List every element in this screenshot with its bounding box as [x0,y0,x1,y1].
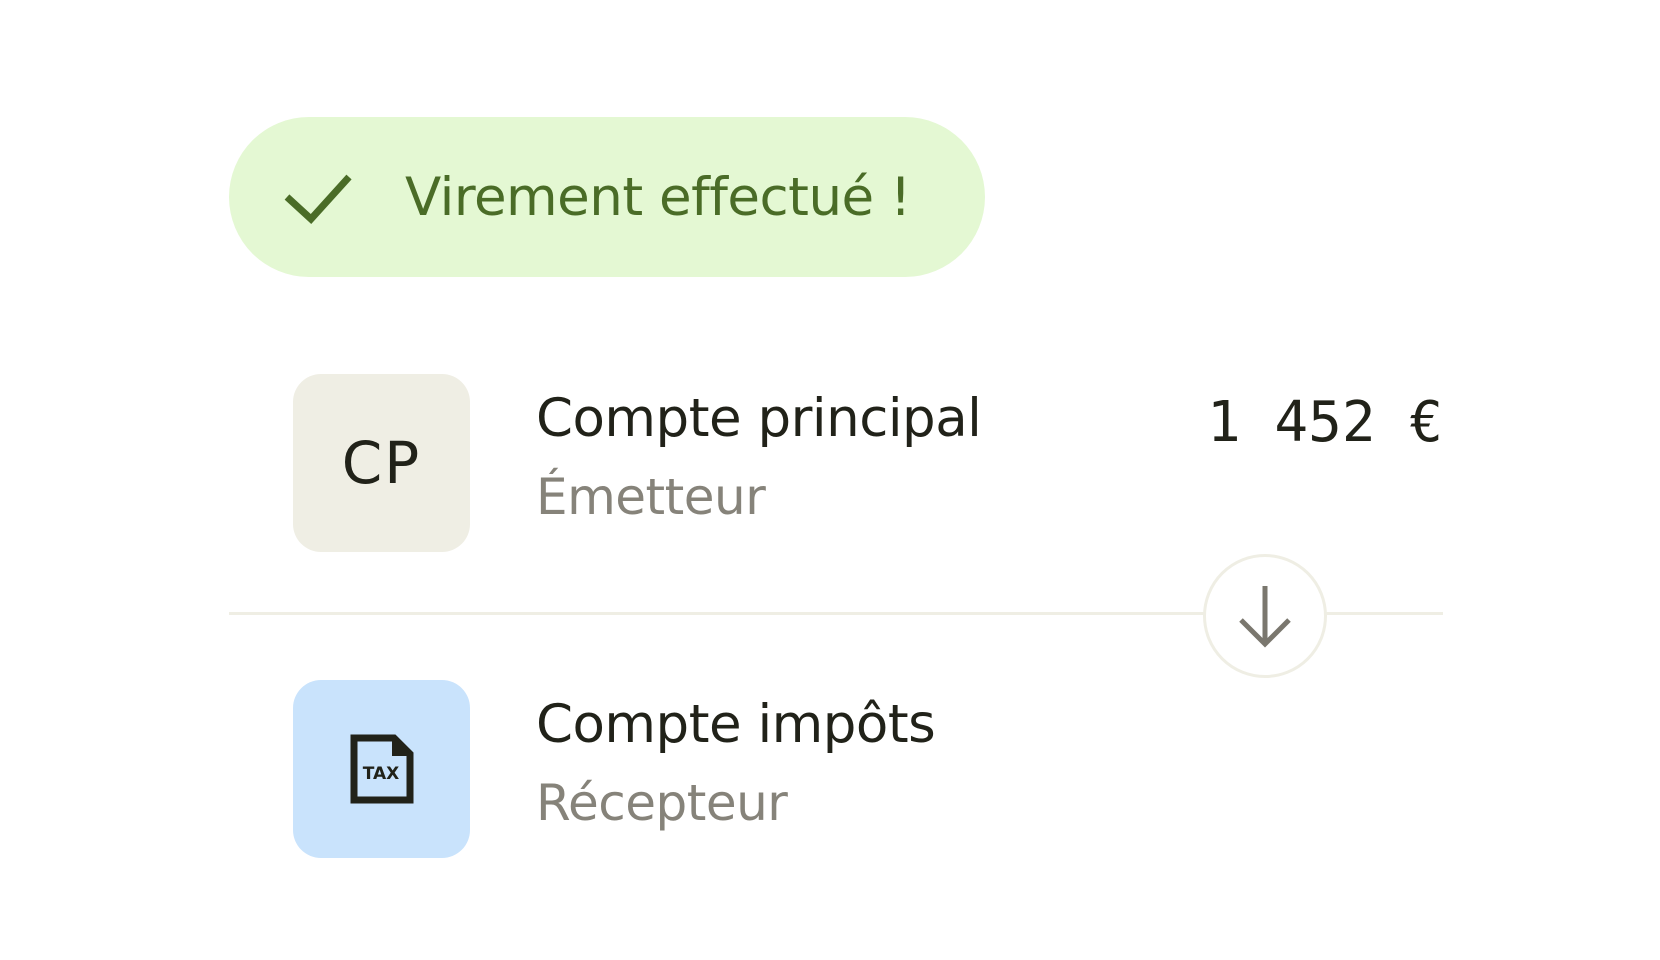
transfer-amount: 1 452 € [1206,390,1443,455]
arrow-down-icon [1203,554,1327,678]
receiver-role-label: Récepteur [536,774,788,832]
sender-avatar: CP [293,374,470,552]
receiver-account-name: Compte impôts [536,694,936,755]
success-message: Virement effectué ! [405,166,911,228]
sender-role-label: Émetteur [536,468,766,526]
success-banner: Virement effectué ! [229,117,985,277]
check-icon [281,169,355,225]
tax-document-icon: TAX [293,680,470,858]
sender-account-row: CP Compte principal Émetteur 1 452 € [293,374,1443,552]
sender-account-name: Compte principal [536,388,982,449]
tax-icon-label: TAX [362,764,399,784]
transfer-confirmation: Virement effectué ! CP Compte principal … [0,0,1660,960]
receiver-account-row: TAX Compte impôts Récepteur [293,680,1443,858]
